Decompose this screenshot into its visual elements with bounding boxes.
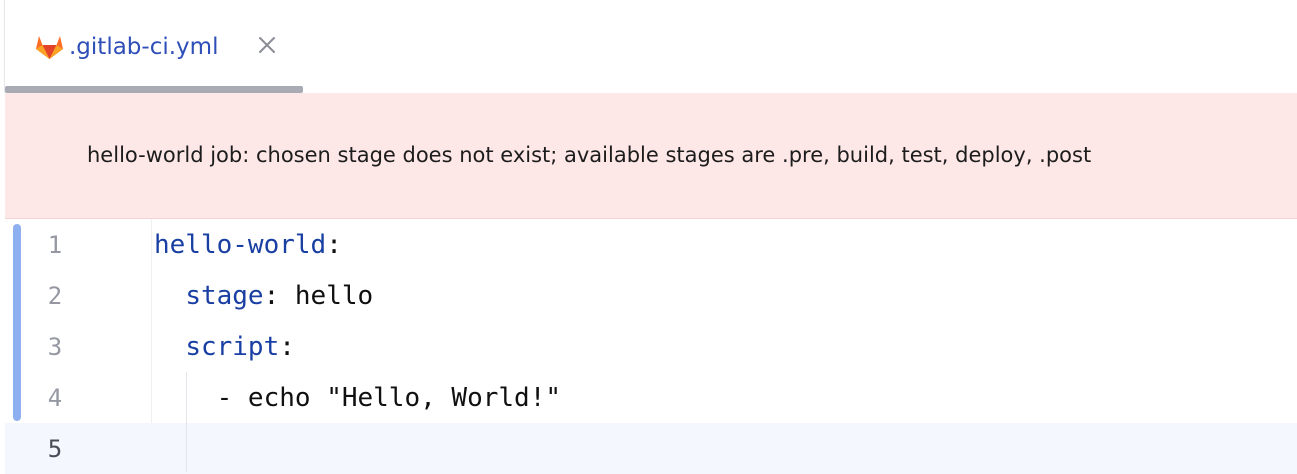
code-content: - echo "Hello, World!"	[154, 382, 561, 414]
yaml-value: - echo "Hello, World!"	[216, 383, 561, 413]
code-line[interactable]: 1 hello-world:	[5, 219, 1297, 270]
yaml-colon: :	[279, 332, 295, 362]
code-editor[interactable]: 1 hello-world: 2 stage: hello 3 script: …	[5, 219, 1297, 474]
code-line[interactable]: 4 - echo "Hello, World!"	[5, 372, 1297, 423]
line-number: 2	[47, 282, 63, 310]
editor-tab-bar: .gitlab-ci.yml	[0, 0, 1297, 93]
code-content: hello-world:	[154, 229, 342, 261]
code-line-current[interactable]: 5	[5, 423, 1297, 474]
code-content: stage: hello	[154, 280, 373, 312]
code-content: script:	[154, 331, 295, 363]
line-number: 3	[47, 333, 63, 361]
tab-gitlab-ci-yml[interactable]: .gitlab-ci.yml	[5, 0, 303, 93]
yaml-colon: :	[326, 230, 342, 260]
line-number: 1	[47, 231, 63, 259]
indent-guide	[186, 372, 187, 472]
error-message: hello-world job: chosen stage does not e…	[87, 143, 1092, 167]
close-icon[interactable]	[255, 33, 279, 57]
code-line[interactable]: 2 stage: hello	[5, 270, 1297, 321]
active-tab-indicator	[5, 86, 303, 93]
vcs-change-marker[interactable]	[13, 224, 21, 421]
yaml-key: hello-world	[154, 230, 327, 260]
gitlab-icon	[34, 32, 65, 60]
yaml-value: hello	[279, 281, 374, 311]
yaml-colon: :	[263, 281, 280, 311]
error-banner: hello-world job: chosen stage does not e…	[5, 93, 1297, 219]
yaml-key: script	[185, 332, 280, 362]
tab-label: .gitlab-ci.yml	[69, 34, 219, 60]
code-line[interactable]: 3 script:	[5, 321, 1297, 372]
line-number: 5	[47, 435, 63, 463]
line-number: 4	[47, 384, 63, 412]
yaml-key: stage	[185, 281, 264, 311]
